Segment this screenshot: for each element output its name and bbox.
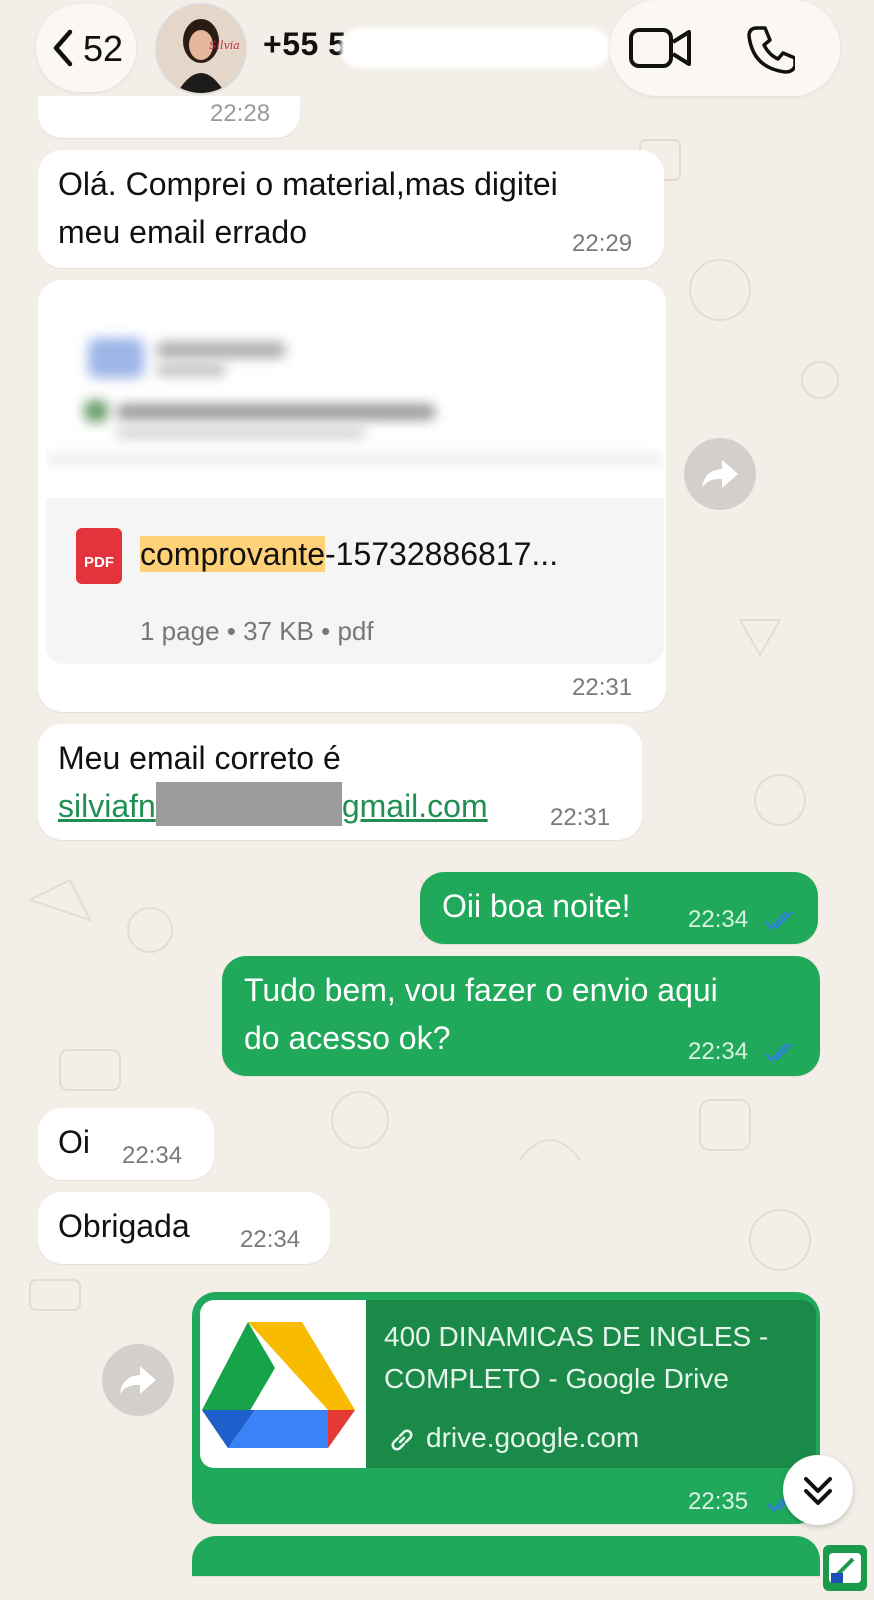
- message-text: Olá. Comprei o material,mas digitei: [58, 166, 558, 202]
- message-bubble-incoming[interactable]: Meu email correto é silviafn gmail.com 22…: [38, 724, 642, 840]
- message-time: 22:31: [572, 674, 633, 701]
- contact-redaction: [340, 28, 610, 68]
- filename-rest: -15732886817...: [324, 536, 559, 572]
- video-call-icon[interactable]: [628, 24, 692, 72]
- email-link[interactable]: silviafn gmail.com: [58, 781, 488, 830]
- google-drive-icon: [202, 1322, 355, 1448]
- avatar[interactable]: Silvia: [155, 3, 247, 95]
- message-bubble-incoming[interactable]: Olá. Comprei o material,mas digitei meu …: [38, 150, 664, 268]
- link-title-line: 400 DINAMICAS DE INGLES -: [384, 1321, 769, 1352]
- document-meta: 1 page • 37 KB • pdf: [140, 616, 374, 646]
- message-time: 22:34: [688, 906, 749, 933]
- chevron-left-icon: [53, 29, 73, 67]
- message-text: Tudo bem, vou fazer o envio aqui: [244, 972, 718, 1008]
- link-icon: [391, 1429, 413, 1451]
- forward-button[interactable]: [684, 438, 756, 510]
- link-title-line: COMPLETO - Google Drive: [384, 1363, 729, 1394]
- chat-header: 52 Silvia +55 51: [0, 0, 874, 110]
- message-text: Meu email correto é: [58, 740, 341, 776]
- email-end: gmail.com: [341, 788, 488, 824]
- message-text: do acesso ok?: [244, 1020, 451, 1056]
- read-receipt-icon: [765, 1043, 793, 1062]
- forward-icon: [702, 460, 738, 488]
- message-bubble-outgoing[interactable]: [192, 1536, 820, 1576]
- message-bubble-outgoing[interactable]: Tudo bem, vou fazer o envio aqui do aces…: [222, 956, 820, 1076]
- search-highlight: comprovante: [140, 536, 325, 572]
- avatar-photo: Silvia: [157, 5, 245, 93]
- message-text: Obrigada: [58, 1208, 190, 1244]
- message-text: Oi: [58, 1124, 90, 1160]
- document-message[interactable]: PDF comprovante-15732886817... 1 page • …: [38, 280, 666, 712]
- link-message[interactable]: 400 DINAMICAS DE INGLES - COMPLETO - Goo…: [192, 1292, 820, 1524]
- double-chevron-down-icon: [804, 1477, 832, 1505]
- email-redaction: [155, 781, 342, 826]
- message-bubble-incoming[interactable]: 22:28: [38, 96, 300, 138]
- watermark-icon: [829, 1553, 861, 1583]
- message-time: 22:34: [240, 1226, 301, 1253]
- avatar-signature: Silvia: [209, 39, 240, 52]
- link-preview-card[interactable]: 400 DINAMICAS DE INGLES - COMPLETO - Goo…: [200, 1300, 816, 1468]
- message-time: 22:34: [688, 1038, 749, 1065]
- link-title: 400 DINAMICAS DE INGLES - COMPLETO - Goo…: [384, 1316, 794, 1400]
- call-actions: [610, 0, 840, 96]
- forward-button[interactable]: [102, 1344, 174, 1416]
- message-time: 22:35: [688, 1488, 749, 1515]
- document-filename: comprovante-15732886817...: [140, 536, 558, 573]
- message-time: 22:34: [122, 1142, 183, 1169]
- scroll-to-bottom-button[interactable]: [783, 1455, 853, 1525]
- phone-call-icon[interactable]: [745, 24, 795, 74]
- watermark-logo: [823, 1545, 867, 1591]
- document-preview: [46, 288, 664, 498]
- message-time: 22:31: [550, 804, 611, 831]
- message-bubble-outgoing[interactable]: Oii boa noite! 22:34: [420, 872, 818, 944]
- message-text: Oii boa noite!: [442, 888, 631, 924]
- read-receipt-icon: [765, 911, 793, 930]
- message-bubble-incoming[interactable]: Obrigada 22:34: [38, 1192, 330, 1264]
- back-button[interactable]: 52: [36, 4, 136, 92]
- message-bubble-incoming[interactable]: Oi 22:34: [38, 1108, 214, 1180]
- forward-icon: [120, 1366, 156, 1394]
- google-drive-logo: [200, 1300, 366, 1468]
- email-start: silviafn: [58, 788, 156, 824]
- message-time: 22:29: [572, 230, 633, 257]
- message-time: 22:28: [210, 100, 271, 127]
- message-text: meu email errado: [58, 214, 307, 250]
- document-card[interactable]: PDF comprovante-15732886817... 1 page • …: [46, 288, 664, 664]
- unread-count: 52: [83, 28, 124, 69]
- pdf-file-icon: PDF: [76, 528, 122, 584]
- link-domain: drive.google.com: [426, 1422, 640, 1453]
